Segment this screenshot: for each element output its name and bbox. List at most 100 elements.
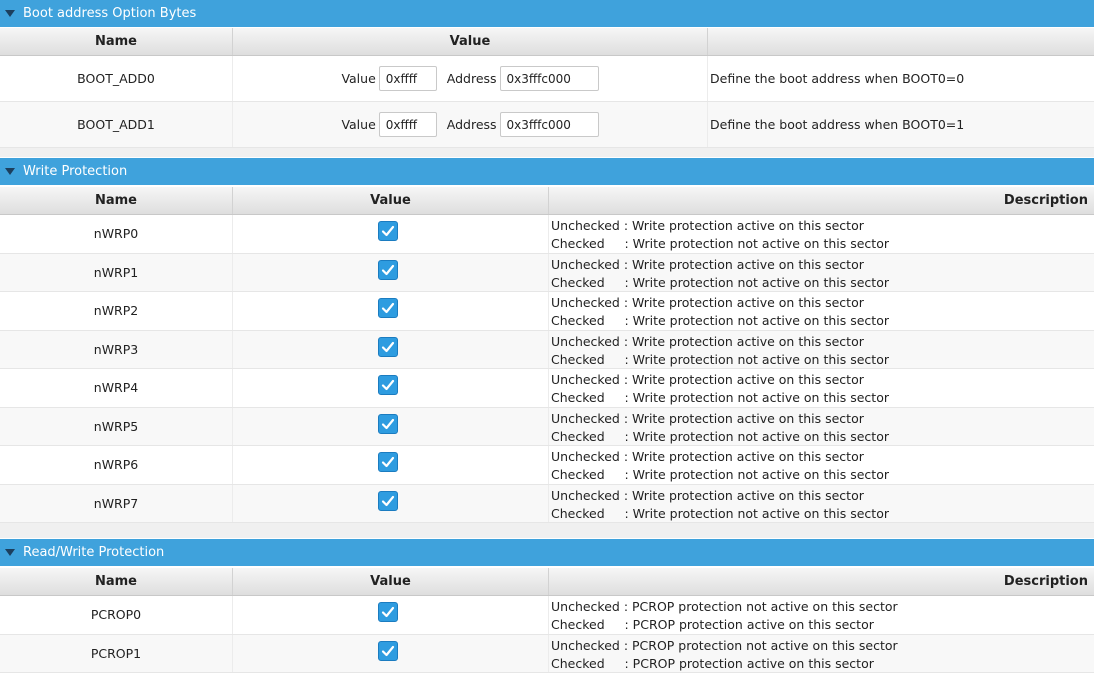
- boot-value-input[interactable]: [379, 112, 437, 137]
- protection-checkbox[interactable]: [378, 452, 398, 472]
- value-label: Value: [341, 117, 375, 132]
- row-description: Unchecked : PCROP protection not active …: [549, 635, 1094, 673]
- protection-checkbox[interactable]: [378, 602, 398, 622]
- protection-checkbox[interactable]: [378, 337, 398, 357]
- row-name: nWRP2: [0, 292, 233, 330]
- rwp-col-value[interactable]: Value: [233, 568, 549, 595]
- boot-row-value-cell: Value Address: [233, 56, 708, 101]
- table-row: nWRP0 Unchecked : Write protection active…: [0, 215, 1094, 254]
- description-unchecked: Unchecked : Write protection active on t…: [551, 217, 1094, 235]
- checkmark-icon: [381, 263, 395, 277]
- collapse-triangle-icon[interactable]: [5, 549, 15, 556]
- description-checked: Checked : Write protection not active on…: [551, 466, 1094, 484]
- value-label: Value: [341, 71, 375, 86]
- section-header-write-protection[interactable]: Write Protection: [0, 158, 1094, 185]
- wp-col-desc[interactable]: Description: [549, 187, 1094, 214]
- wp-col-value[interactable]: Value: [233, 187, 549, 214]
- table-row: PCROP1 Unchecked : PCROP protection not a…: [0, 635, 1094, 673]
- row-name: PCROP1: [0, 635, 233, 673]
- boot-col-desc[interactable]: [708, 28, 1094, 55]
- table-row: nWRP4 Unchecked : Write protection active…: [0, 369, 1094, 408]
- row-value-cell: [233, 446, 549, 484]
- rwp-column-headers: Name Value Description: [0, 568, 1094, 596]
- description-unchecked: Unchecked : PCROP protection not active …: [551, 637, 1094, 655]
- row-name: nWRP6: [0, 446, 233, 484]
- row-description: Unchecked : PCROP protection not active …: [549, 596, 1094, 634]
- protection-checkbox[interactable]: [378, 641, 398, 661]
- section-header-boot[interactable]: Boot address Option Bytes: [0, 0, 1094, 27]
- checkmark-icon: [381, 301, 395, 315]
- row-value-cell: [233, 408, 549, 446]
- description-checked: Checked : Write protection not active on…: [551, 428, 1094, 446]
- section-title-boot: Boot address Option Bytes: [23, 6, 196, 21]
- row-value-cell: [233, 369, 549, 407]
- collapse-triangle-icon[interactable]: [5, 10, 15, 17]
- boot-column-headers: Name Value: [0, 28, 1094, 56]
- description-checked: Checked : PCROP protection active on thi…: [551, 655, 1094, 673]
- row-value-cell: [233, 596, 549, 634]
- table-row: PCROP0 Unchecked : PCROP protection not a…: [0, 596, 1094, 635]
- boot-address-input[interactable]: [500, 66, 599, 91]
- row-value-cell: [233, 485, 549, 523]
- rwp-col-desc[interactable]: Description: [549, 568, 1094, 595]
- address-label: Address: [447, 71, 497, 86]
- table-row: nWRP2 Unchecked : Write protection active…: [0, 292, 1094, 331]
- description-unchecked: Unchecked : Write protection active on t…: [551, 256, 1094, 274]
- protection-checkbox[interactable]: [378, 221, 398, 241]
- table-row: nWRP7 Unchecked : Write protection active…: [0, 485, 1094, 524]
- checkmark-icon: [381, 378, 395, 392]
- description-unchecked: Unchecked : Write protection active on t…: [551, 371, 1094, 389]
- checkmark-icon: [381, 224, 395, 238]
- description-unchecked: Unchecked : Write protection active on t…: [551, 333, 1094, 351]
- row-name: PCROP0: [0, 596, 233, 634]
- row-description: Unchecked : Write protection active on t…: [549, 485, 1094, 523]
- description-checked: Checked : Write protection not active on…: [551, 389, 1094, 407]
- checkmark-icon: [381, 417, 395, 431]
- description-unchecked: Unchecked : Write protection active on t…: [551, 294, 1094, 312]
- row-name: nWRP1: [0, 254, 233, 292]
- section-header-read-write-protection[interactable]: Read/Write Protection: [0, 539, 1094, 566]
- row-value-cell: [233, 215, 549, 253]
- checkmark-icon: [381, 340, 395, 354]
- row-description: Unchecked : Write protection active on t…: [549, 331, 1094, 369]
- wp-col-name[interactable]: Name: [0, 187, 233, 214]
- row-name: nWRP5: [0, 408, 233, 446]
- boot-col-value[interactable]: Value: [233, 28, 708, 55]
- checkmark-icon: [381, 494, 395, 508]
- description-unchecked: Unchecked : Write protection active on t…: [551, 487, 1094, 505]
- checkmark-icon: [381, 455, 395, 469]
- description-checked: Checked : PCROP protection active on thi…: [551, 616, 1094, 634]
- description-unchecked: Unchecked : Write protection active on t…: [551, 410, 1094, 428]
- row-name: nWRP3: [0, 331, 233, 369]
- protection-checkbox[interactable]: [378, 414, 398, 434]
- address-label: Address: [447, 117, 497, 132]
- section-gap: [0, 148, 1094, 157]
- boot-col-name[interactable]: Name: [0, 28, 233, 55]
- description-checked: Checked : Write protection not active on…: [551, 312, 1094, 330]
- collapse-triangle-icon[interactable]: [5, 168, 15, 175]
- row-value-cell: [233, 331, 549, 369]
- wp-column-headers: Name Value Description: [0, 187, 1094, 215]
- row-description: Unchecked : Write protection active on t…: [549, 292, 1094, 330]
- row-value-cell: [233, 635, 549, 673]
- boot-row-description: Define the boot address when BOOT0=0: [708, 56, 1094, 101]
- protection-checkbox[interactable]: [378, 260, 398, 280]
- row-name: nWRP4: [0, 369, 233, 407]
- protection-checkbox[interactable]: [378, 298, 398, 318]
- section-gap: [0, 523, 1094, 538]
- boot-address-input[interactable]: [500, 112, 599, 137]
- table-row: nWRP5 Unchecked : Write protection active…: [0, 408, 1094, 447]
- protection-checkbox[interactable]: [378, 491, 398, 511]
- rwp-col-name[interactable]: Name: [0, 568, 233, 595]
- table-row: nWRP6Unchecked : Write protection active…: [0, 446, 1094, 485]
- description-unchecked: Unchecked : PCROP protection not active …: [551, 598, 1094, 616]
- row-description: Unchecked : Write protection active on t…: [549, 254, 1094, 292]
- checkmark-icon: [381, 605, 395, 619]
- boot-value-input[interactable]: [379, 66, 437, 91]
- row-name: nWRP0: [0, 215, 233, 253]
- row-value-cell: [233, 254, 549, 292]
- table-row: nWRP1 Unchecked : Write protection active…: [0, 254, 1094, 293]
- protection-checkbox[interactable]: [378, 375, 398, 395]
- row-name: nWRP7: [0, 485, 233, 523]
- boot-row-value-cell: Value Address: [233, 102, 708, 147]
